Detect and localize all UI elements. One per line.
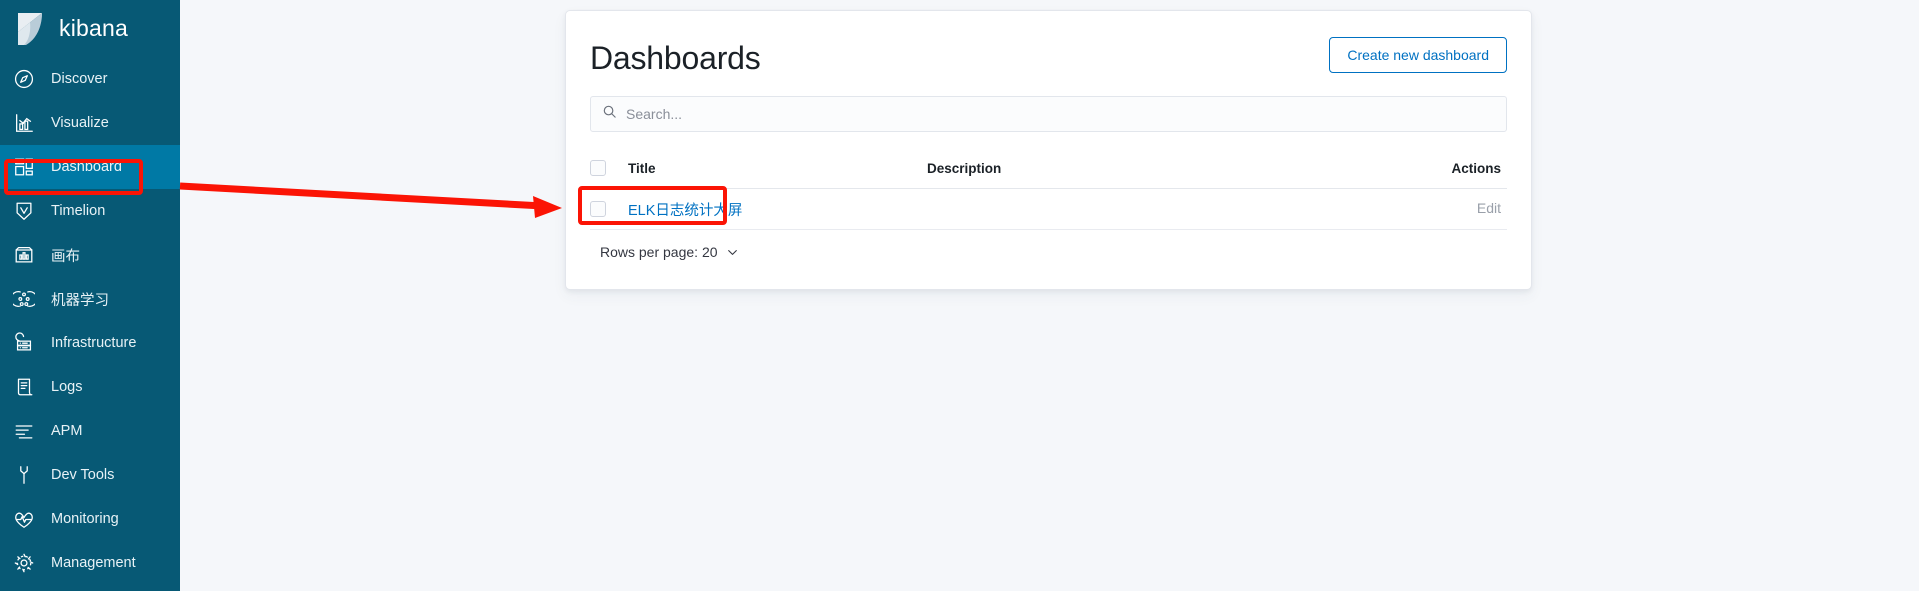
select-all-checkbox[interactable] (590, 160, 606, 177)
sidebar-item-label: Logs (51, 379, 83, 395)
dashboards-panel: Dashboards Create new dashboard Search..… (565, 10, 1532, 290)
search-input[interactable] (626, 97, 1495, 132)
select-all-cell (590, 160, 624, 177)
row-checkbox[interactable] (590, 201, 606, 218)
compass-icon (12, 67, 36, 91)
sidebar-item-label: Infrastructure (51, 335, 137, 351)
sidebar-item-label: 机器学习 (51, 292, 109, 309)
dashboard-grid-icon (12, 155, 36, 179)
machine-learning-icon (12, 287, 36, 311)
create-new-dashboard-button[interactable]: Create new dashboard (1329, 37, 1507, 73)
kibana-logo-icon (12, 11, 48, 47)
sidebar-item-machine-learning[interactable]: 机器学习 (0, 277, 180, 321)
row-select-cell (590, 201, 624, 218)
sidebar-item-dashboard[interactable]: Dashboard (0, 145, 180, 189)
sidebar-item-infrastructure[interactable]: Infrastructure (0, 321, 180, 365)
brand-logo[interactable]: kibana (0, 0, 180, 57)
page-title: Dashboards (590, 40, 761, 76)
sidebar-item-label: 画布 (51, 248, 80, 265)
heartbeat-icon (12, 507, 36, 531)
gear-icon (12, 551, 36, 575)
apm-icon (12, 419, 36, 443)
wrench-icon (12, 463, 36, 487)
sidebar-item-label: Management (51, 555, 136, 571)
row-actions-cell: Edit (1347, 200, 1507, 218)
timelion-icon (12, 199, 36, 223)
sidebar-item-management[interactable]: Management (0, 541, 180, 585)
sidebar-item-label: Discover (51, 71, 108, 87)
sidebar-item-label: Dev Tools (51, 467, 115, 483)
sidebar-item-label: Dashboard (51, 159, 122, 175)
dashboards-table: Title Description Actions ELK日志统计大屏 Edit (590, 148, 1507, 231)
search-bar[interactable] (590, 96, 1507, 133)
app-root: kibana Discover Visualize Dashboard Time… (0, 0, 1919, 591)
sidebar-item-timelion[interactable]: Timelion (0, 189, 180, 233)
sidebar-item-label: Timelion (51, 203, 106, 219)
infrastructure-icon (12, 331, 36, 355)
table-row: ELK日志统计大屏 Edit (590, 189, 1507, 231)
table-header-row: Title Description Actions (590, 148, 1507, 190)
sidebar-item-discover[interactable]: Discover (0, 57, 180, 101)
sidebar-item-logs[interactable]: Logs (0, 365, 180, 409)
brand-name: kibana (59, 15, 128, 41)
column-header-description[interactable]: Description (927, 161, 1347, 176)
sidebar-item-visualize[interactable]: Visualize (0, 101, 180, 145)
rows-per-page-selector[interactable]: Rows per page: 20 (590, 244, 739, 260)
sidebar-item-monitoring[interactable]: Monitoring (0, 497, 180, 541)
search-icon (602, 104, 617, 124)
sidebar-item-label: APM (51, 423, 83, 439)
panel-header: Dashboards Create new dashboard (590, 37, 1507, 76)
sidebar-item-label: Monitoring (51, 511, 119, 527)
chevron-down-icon (726, 246, 739, 259)
sidebar-item-dev-tools[interactable]: Dev Tools (0, 453, 180, 497)
column-header-title[interactable]: Title (624, 161, 927, 176)
dashboard-title-link[interactable]: ELK日志统计大屏 (628, 203, 742, 219)
sidebar-item-apm[interactable]: APM (0, 409, 180, 453)
row-title-cell: ELK日志统计大屏 (624, 199, 927, 220)
logs-icon (12, 375, 36, 399)
bar-chart-icon (12, 111, 36, 135)
primary-sidebar: kibana Discover Visualize Dashboard Time… (0, 0, 180, 591)
canvas-icon (12, 243, 36, 267)
sidebar-item-label: Visualize (51, 115, 109, 131)
sidebar-item-canvas[interactable]: 画布 (0, 233, 180, 277)
edit-link[interactable]: Edit (1477, 200, 1501, 216)
rows-per-page-label: Rows per page: 20 (600, 244, 718, 261)
column-header-actions: Actions (1451, 160, 1501, 176)
